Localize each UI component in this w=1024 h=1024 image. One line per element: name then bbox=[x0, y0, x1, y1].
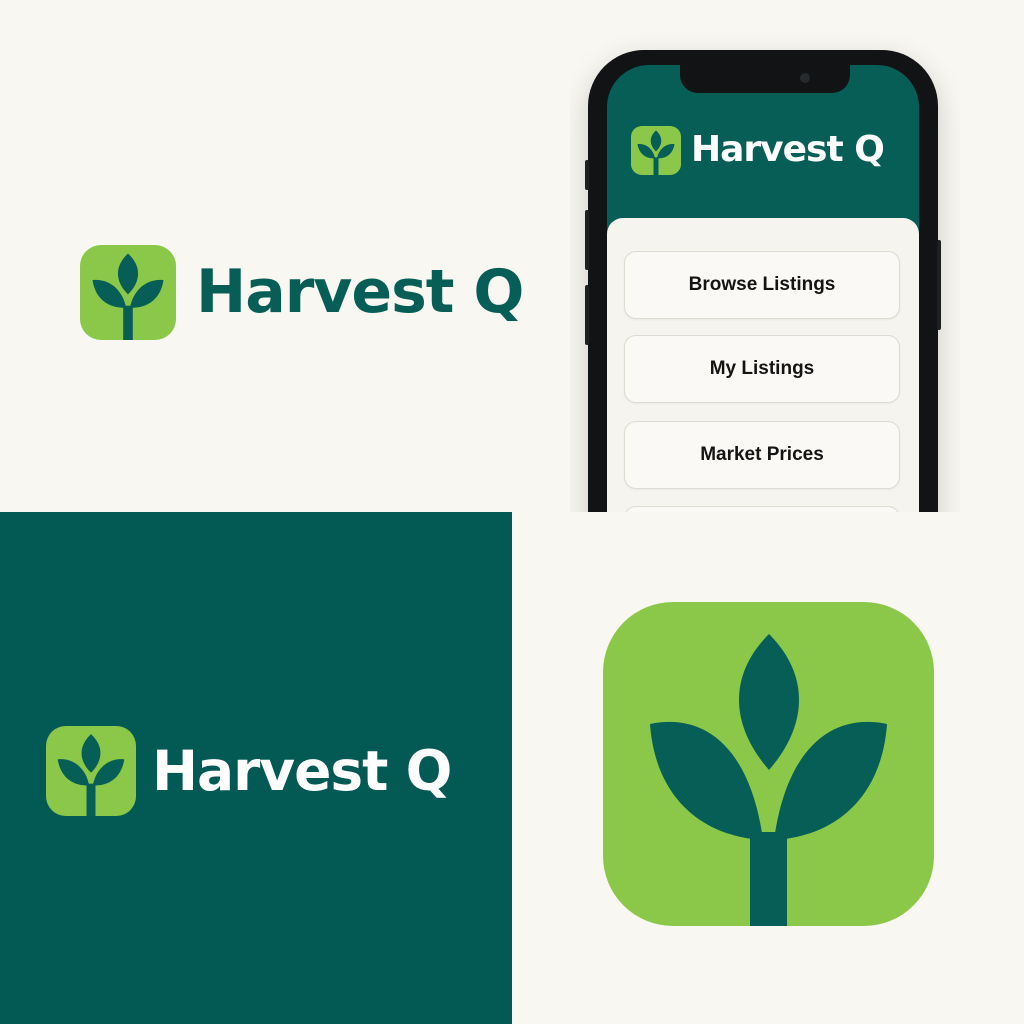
camera-icon bbox=[800, 73, 810, 83]
my-listings-button[interactable]: My Listings bbox=[624, 335, 900, 403]
app-header: Harvest Q bbox=[631, 125, 885, 175]
app-title: Harvest Q bbox=[691, 129, 885, 170]
phone-mockup: Harvest Q Browse Listings My Listings Ma… bbox=[570, 30, 960, 512]
phone-side-button bbox=[585, 210, 589, 270]
app-icon bbox=[603, 602, 934, 926]
phone-side-button bbox=[937, 240, 941, 330]
menu-item-partial[interactable] bbox=[624, 506, 900, 512]
phone-screen: Harvest Q Browse Listings My Listings Ma… bbox=[607, 65, 919, 512]
phone-notch bbox=[680, 65, 850, 93]
logo-light: Harvest Q bbox=[80, 245, 524, 340]
phone-side-button bbox=[585, 285, 589, 345]
sprout-icon bbox=[631, 126, 681, 175]
dark-brand-panel: Harvest Q bbox=[0, 512, 512, 1024]
brand-name-reversed: Harvest Q bbox=[152, 739, 452, 803]
sprout-icon bbox=[80, 245, 176, 340]
phone-side-button bbox=[585, 160, 589, 190]
brand-name: Harvest Q bbox=[196, 257, 524, 327]
market-prices-button[interactable]: Market Prices bbox=[624, 421, 900, 489]
phone-frame: Harvest Q Browse Listings My Listings Ma… bbox=[585, 50, 941, 512]
logo-dark: Harvest Q bbox=[46, 726, 452, 816]
menu-card: Browse Listings My Listings Market Price… bbox=[607, 218, 919, 512]
sprout-icon bbox=[46, 726, 136, 816]
browse-listings-button[interactable]: Browse Listings bbox=[624, 251, 900, 319]
stem-icon bbox=[750, 832, 787, 926]
